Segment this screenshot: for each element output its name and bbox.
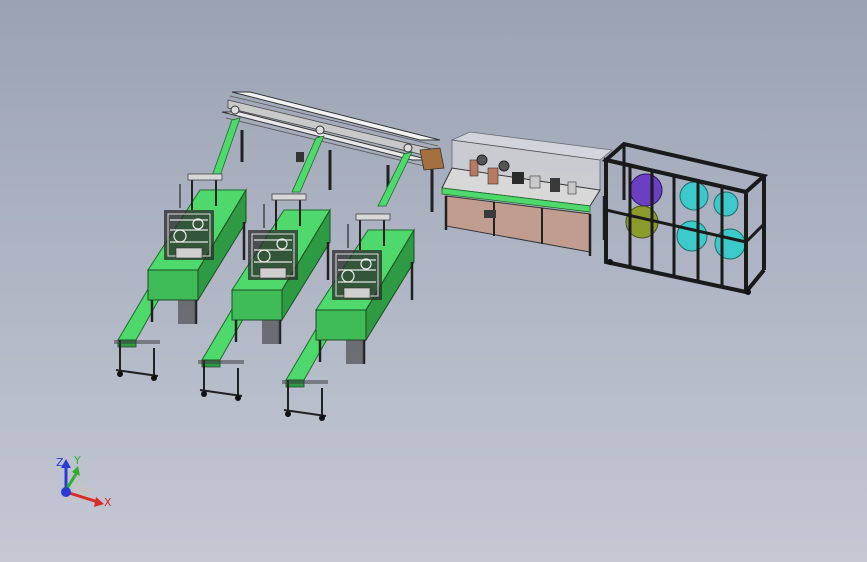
assembly-model[interactable] (0, 0, 867, 562)
processing-table[interactable] (419, 131, 613, 256)
coordinate-triad: Z Y X (56, 454, 112, 509)
y-axis-label: Y (73, 454, 81, 467)
material-roll-cage[interactable] (601, 141, 769, 295)
z-axis-label: Z (56, 456, 64, 469)
x-axis-label: X (104, 496, 112, 509)
cad-viewport[interactable]: Z Y X (0, 0, 867, 562)
